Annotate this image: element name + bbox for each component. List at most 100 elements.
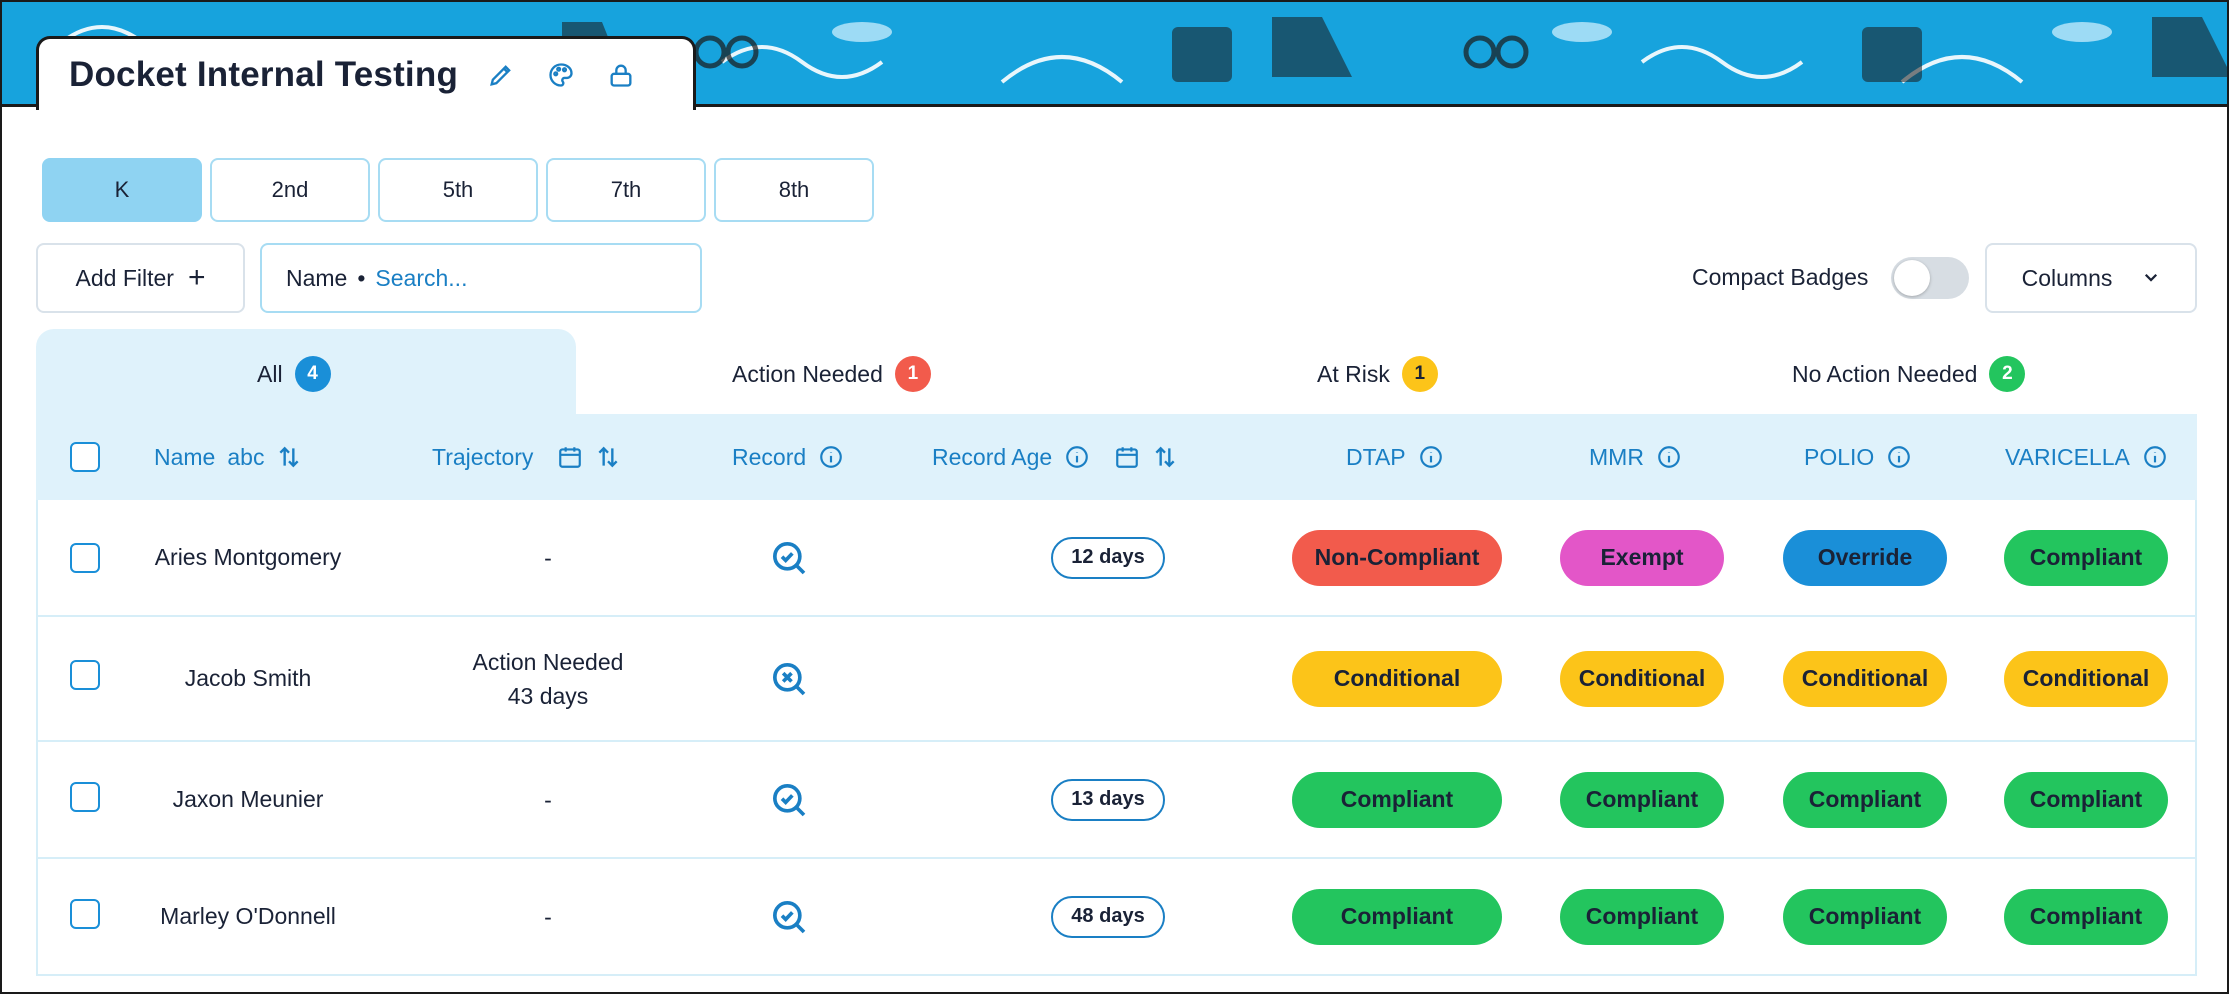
- info-icon[interactable]: [818, 444, 844, 470]
- chevron-down-icon: [2142, 265, 2160, 292]
- header-record-age-label: Record Age: [932, 443, 1053, 470]
- info-icon[interactable]: [1418, 444, 1444, 470]
- columns-label: Columns: [2021, 264, 2113, 291]
- mmr-status-badge[interactable]: Compliant: [1560, 888, 1724, 945]
- header-record[interactable]: Record: [732, 414, 844, 500]
- record-age-pill: 12 days: [1051, 536, 1165, 579]
- mmr-status-badge[interactable]: Compliant: [1560, 771, 1724, 828]
- search-check-icon[interactable]: [754, 742, 824, 857]
- dtap-status-badge[interactable]: Conditional: [1292, 650, 1502, 707]
- trajectory-cell: -: [408, 742, 688, 857]
- select-all-checkbox[interactable]: [70, 442, 100, 472]
- header-name[interactable]: Name abc: [154, 414, 302, 500]
- header-trajectory[interactable]: Trajectory: [432, 414, 621, 500]
- search-input[interactable]: [375, 264, 596, 292]
- grade-button-8th[interactable]: 8th: [714, 158, 874, 222]
- search-check-icon[interactable]: [754, 500, 824, 615]
- record-age-pill: 48 days: [1051, 895, 1165, 938]
- grade-button-k[interactable]: K: [42, 158, 202, 222]
- info-icon[interactable]: [1656, 444, 1682, 470]
- row-checkbox[interactable]: [70, 782, 100, 812]
- row-checkbox[interactable]: [70, 660, 100, 690]
- info-icon[interactable]: [2142, 444, 2168, 470]
- header-polio[interactable]: POLIO: [1804, 414, 1912, 500]
- mmr-status-badge[interactable]: Conditional: [1560, 650, 1724, 707]
- table-row[interactable]: Aries Montgomery - 12 days Non-Compliant…: [36, 500, 2197, 617]
- polio-status-badge[interactable]: Conditional: [1783, 650, 1947, 707]
- trajectory-cell: -: [408, 500, 688, 615]
- dtap-status-badge[interactable]: Non-Compliant: [1292, 529, 1502, 586]
- lock-icon[interactable]: [604, 58, 638, 92]
- columns-dropdown[interactable]: Columns: [1985, 243, 2197, 313]
- row-checkbox[interactable]: [70, 543, 100, 573]
- toggle-knob: [1894, 260, 1930, 296]
- student-name[interactable]: Jacob Smith: [128, 617, 368, 740]
- varicella-status-badge[interactable]: Compliant: [2004, 888, 2168, 945]
- header-varicella-label: VARICELLA: [2005, 443, 2130, 470]
- varicella-status-badge[interactable]: Compliant: [2004, 529, 2168, 586]
- row-checkbox[interactable]: [70, 899, 100, 929]
- header-mmr-label: MMR: [1589, 443, 1644, 470]
- pencil-icon[interactable]: [484, 58, 518, 92]
- dtap-cell: Conditional: [1292, 617, 1502, 740]
- tab-all[interactable]: All 4: [257, 354, 331, 394]
- tab-action-needed[interactable]: Action Needed 1: [732, 354, 931, 394]
- trajectory-text: -: [544, 544, 552, 571]
- search-x-icon[interactable]: [754, 617, 824, 740]
- table-row[interactable]: Jaxon Meunier - 13 days Compliant Compli…: [36, 742, 2197, 859]
- student-name[interactable]: Aries Montgomery: [128, 500, 368, 615]
- dtap-status-badge[interactable]: Compliant: [1292, 771, 1502, 828]
- dtap-status-badge[interactable]: Compliant: [1292, 888, 1502, 945]
- header-trajectory-label: Trajectory: [432, 443, 534, 470]
- polio-status-badge[interactable]: Override: [1783, 529, 1947, 586]
- record-age-cell: 48 days: [978, 859, 1238, 974]
- mmr-cell: Conditional: [1560, 617, 1724, 740]
- trajectory-cell: -: [408, 859, 688, 974]
- header-name-sort-hint: abc: [227, 443, 265, 470]
- polio-status-badge[interactable]: Compliant: [1783, 771, 1947, 828]
- student-name[interactable]: Marley O'Donnell: [128, 859, 368, 974]
- varicella-status-badge[interactable]: Conditional: [2004, 650, 2168, 707]
- count-badge: 1: [894, 356, 931, 392]
- polio-status-badge[interactable]: Compliant: [1783, 888, 1947, 945]
- info-icon[interactable]: [1886, 444, 1912, 470]
- sort-icon[interactable]: [1152, 444, 1178, 470]
- grade-button-2nd[interactable]: 2nd: [210, 158, 370, 222]
- calendar-icon[interactable]: [557, 444, 583, 470]
- varicella-status-badge[interactable]: Compliant: [2004, 771, 2168, 828]
- search-check-icon[interactable]: [754, 859, 824, 974]
- header-record-age[interactable]: Record Age: [932, 414, 1178, 500]
- sort-icon[interactable]: [276, 444, 302, 470]
- student-table: Name abc Trajectory Record Record Age DT…: [36, 414, 2197, 976]
- header-mmr[interactable]: MMR: [1589, 414, 1682, 500]
- trajectory-text: -: [544, 903, 552, 930]
- sort-icon[interactable]: [595, 444, 621, 470]
- palette-icon[interactable]: [544, 58, 578, 92]
- compact-badges-toggle[interactable]: [1891, 257, 1969, 299]
- grade-selector: K 2nd 5th 7th 8th: [42, 158, 874, 222]
- calendar-icon[interactable]: [1114, 444, 1140, 470]
- header-name-label: Name: [154, 443, 216, 470]
- info-icon[interactable]: [1064, 444, 1090, 470]
- tab-label: Action Needed: [732, 360, 883, 387]
- table-row[interactable]: Marley O'Donnell - 48 days Compliant Com…: [36, 859, 2197, 976]
- polio-cell: Compliant: [1783, 742, 1947, 857]
- record-age-cell: 13 days: [978, 742, 1238, 857]
- tab-label: At Risk: [1317, 360, 1390, 387]
- student-name[interactable]: Jaxon Meunier: [128, 742, 368, 857]
- page-title: Docket Internal Testing: [69, 54, 459, 94]
- varicella-cell: Conditional: [2004, 617, 2168, 740]
- grade-button-7th[interactable]: 7th: [546, 158, 706, 222]
- mmr-status-badge[interactable]: Exempt: [1560, 529, 1724, 586]
- header-dtap[interactable]: DTAP: [1346, 414, 1444, 500]
- add-filter-label: Add Filter: [75, 264, 174, 291]
- tab-no-action-needed[interactable]: No Action Needed 2: [1792, 354, 2026, 394]
- add-filter-button[interactable]: Add Filter +: [36, 243, 245, 313]
- app-frame: Docket Internal Testing K 2nd 5th 7th 8t…: [0, 0, 2229, 994]
- tab-at-risk[interactable]: At Risk 1: [1317, 354, 1438, 394]
- dtap-cell: Compliant: [1292, 859, 1502, 974]
- grade-button-5th[interactable]: 5th: [378, 158, 538, 222]
- table-row[interactable]: Jacob Smith Action Needed 43 days Condit…: [36, 617, 2197, 742]
- name-search-box[interactable]: Name •: [260, 243, 702, 313]
- header-varicella[interactable]: VARICELLA: [2005, 414, 2168, 500]
